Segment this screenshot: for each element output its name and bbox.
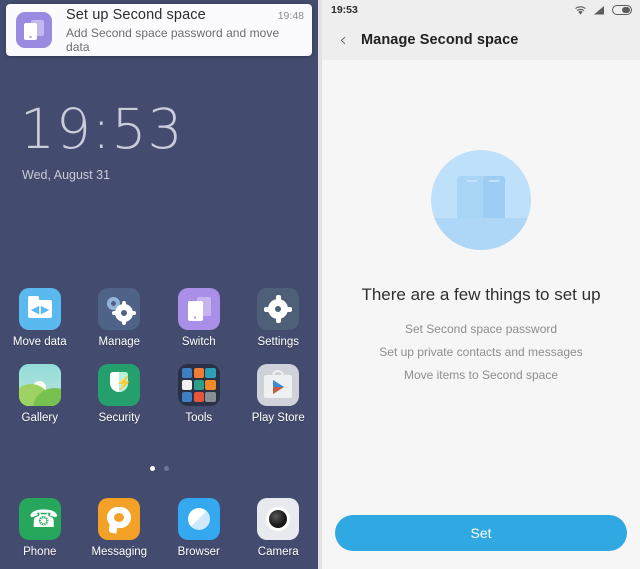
app-label: Play Store <box>251 412 305 424</box>
app-security[interactable]: ⚡ Security <box>80 364 160 424</box>
status-bar-time: 19:53 <box>331 4 358 16</box>
app-settings[interactable]: Settings <box>239 288 319 348</box>
tools-mini-icon <box>193 379 204 391</box>
camera-icon <box>257 498 300 540</box>
set-button[interactable]: Set <box>335 515 627 551</box>
home-screen-panel: Set up Second space 19:48 Add Second spa… <box>0 0 318 569</box>
manage-second-space-panel: 19:53 ‹ Manage Second space There are a … <box>322 0 640 569</box>
app-label: Tools <box>185 412 213 424</box>
app-gallery[interactable]: Gallery <box>0 364 80 424</box>
status-bar-icons <box>574 5 632 16</box>
tools-mini-icon <box>181 379 193 391</box>
notification-card[interactable]: Set up Second space 19:48 Add Second spa… <box>6 4 312 56</box>
notification-text: Set up Second space 19:48 Add Second spa… <box>66 7 312 54</box>
notification-title: Set up Second space <box>66 6 206 23</box>
app-bar: ‹ Manage Second space <box>322 20 640 60</box>
app-manage[interactable]: Manage <box>80 288 160 348</box>
app-messaging[interactable]: Messaging <box>80 498 160 558</box>
app-phone[interactable]: ☎ Phone <box>0 498 80 558</box>
app-move-data[interactable]: ◀ ▶ Move data <box>0 288 80 348</box>
notification-time: 19:48 <box>277 9 304 22</box>
app-label: Settings <box>257 336 300 348</box>
switch-icon <box>177 288 220 330</box>
screenshot-root: Set up Second space 19:48 Add Second spa… <box>0 0 640 569</box>
play-store-icon <box>257 364 300 406</box>
browser-icon <box>177 498 220 540</box>
manage-icon <box>98 288 141 330</box>
second-space-icon <box>16 12 52 48</box>
security-shield-icon: ⚡ <box>98 364 141 406</box>
setup-step: Set up private contacts and messages <box>379 345 583 359</box>
move-data-icon: ◀ ▶ <box>18 288 61 330</box>
app-label: Manage <box>98 336 141 348</box>
settings-gear-icon <box>257 288 300 330</box>
second-space-illustration <box>431 150 531 250</box>
app-browser[interactable]: Browser <box>159 498 239 558</box>
page-title: Manage Second space <box>361 32 519 48</box>
tools-mini-icon <box>181 391 193 402</box>
app-camera[interactable]: Camera <box>239 498 319 558</box>
setup-headline: There are a few things to set up <box>361 285 601 304</box>
tools-folder-icon <box>177 364 220 406</box>
lockscreen-clock: 19:53 <box>20 97 184 161</box>
app-label: Messaging <box>91 546 148 558</box>
tools-mini-icon <box>193 391 204 402</box>
messaging-icon <box>98 498 141 540</box>
page-indicator <box>0 466 318 471</box>
tools-mini-icon <box>193 368 204 379</box>
app-row: ☎ Phone Messaging Browser Camera <box>0 498 318 558</box>
tools-mini-icon <box>205 368 216 379</box>
phone-icon: ☎ <box>18 498 61 540</box>
lockscreen-date: Wed, August 31 <box>22 168 111 182</box>
setup-step: Set Second space password <box>404 322 558 336</box>
app-label: Camera <box>257 546 299 558</box>
app-row: Gallery ⚡ Security Tools Play Store <box>0 364 318 424</box>
setup-step: Move items to Second space <box>403 368 559 382</box>
tools-mini-icon <box>205 391 216 402</box>
app-label: Phone <box>23 546 57 558</box>
tools-mini-icon <box>205 379 216 391</box>
gallery-icon <box>18 364 61 406</box>
app-tools[interactable]: Tools <box>159 364 239 424</box>
app-play-store[interactable]: Play Store <box>239 364 319 424</box>
setup-steps-list: Set Second space password Set up private… <box>322 322 640 391</box>
notification-subtitle: Add Second space password and move data <box>66 25 280 54</box>
signal-icon <box>594 5 604 14</box>
app-label: Browser <box>177 546 220 558</box>
app-grid: ◀ ▶ Move data Manage Switch Settings Gal… <box>0 288 318 440</box>
app-label: Gallery <box>21 412 58 424</box>
app-row: ◀ ▶ Move data Manage Switch Settings <box>0 288 318 348</box>
tools-mini-icon <box>181 368 193 379</box>
status-bar: 19:53 <box>322 0 640 20</box>
app-label: Move data <box>12 336 67 348</box>
wifi-icon <box>575 5 586 15</box>
back-chevron-icon[interactable]: ‹ <box>331 30 355 50</box>
app-label: Security <box>98 412 141 424</box>
page-dot-active <box>149 466 155 471</box>
page-dot <box>163 466 169 471</box>
app-label: Switch <box>181 336 216 348</box>
app-switch[interactable]: Switch <box>159 288 239 348</box>
dock: ☎ Phone Messaging Browser Camera <box>0 498 318 569</box>
battery-icon <box>612 5 632 15</box>
